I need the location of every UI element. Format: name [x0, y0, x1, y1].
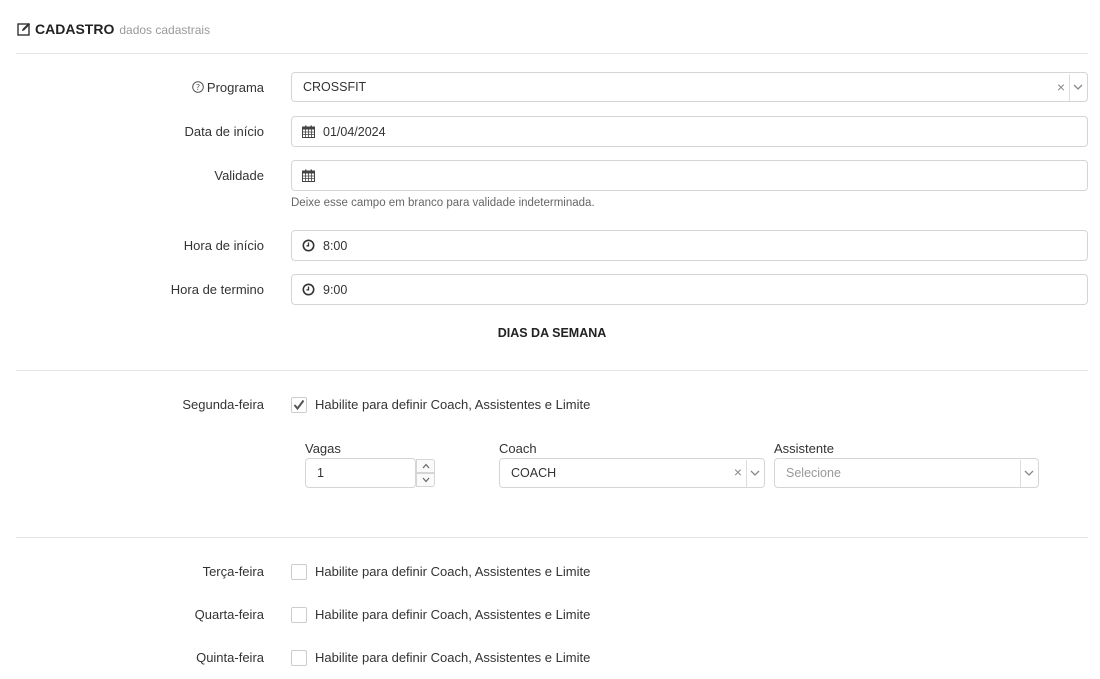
chevron-down-icon[interactable]	[1073, 83, 1083, 91]
select-separator	[746, 460, 747, 487]
validade-help-text: Deixe esse campo em branco para validade…	[291, 197, 595, 209]
svg-text:?: ?	[196, 83, 200, 92]
terca-checkbox[interactable]	[291, 564, 307, 580]
quarta-checkbox[interactable]	[291, 607, 307, 623]
hora-termino-value: 9:00	[323, 282, 348, 297]
segunda-checkbox[interactable]	[291, 397, 307, 413]
clear-icon[interactable]: ×	[1057, 79, 1065, 95]
coach-value: COACH	[511, 466, 557, 480]
vagas-input[interactable]: 1	[305, 458, 416, 488]
coach-label: Coach	[499, 441, 537, 456]
data-inicio-field[interactable]: 01/04/2024	[291, 116, 1088, 147]
clear-icon[interactable]: ×	[734, 464, 742, 480]
programa-select[interactable]: CROSSFIT ×	[291, 72, 1088, 102]
data-inicio-value: 01/04/2024	[323, 124, 386, 139]
divider	[16, 537, 1088, 538]
coach-select[interactable]: COACH ×	[499, 458, 765, 488]
vagas-stepper[interactable]	[416, 459, 435, 488]
hora-inicio-field[interactable]: 8:00	[291, 230, 1088, 261]
assistente-label: Assistente	[774, 441, 834, 456]
select-separator	[1069, 74, 1070, 101]
data-inicio-label: Data de início	[184, 124, 265, 139]
page-subtitle: dados cadastrais	[119, 23, 211, 37]
chevron-up-icon	[422, 463, 429, 469]
divider	[16, 370, 1088, 371]
select-separator	[1020, 460, 1021, 487]
validade-label: Validade	[214, 168, 264, 183]
validade-field[interactable]	[291, 160, 1088, 191]
clock-icon	[302, 283, 315, 296]
chevron-down-icon	[422, 477, 429, 483]
clock-icon	[302, 239, 315, 252]
calendar-icon	[302, 125, 315, 138]
hora-inicio-value: 8:00	[323, 238, 348, 253]
chevron-down-icon[interactable]	[1024, 469, 1034, 477]
terca-label: Terça-feira	[202, 564, 264, 579]
divider	[16, 53, 1088, 54]
quinta-checkbox-label[interactable]: Habilite para definir Coach, Assistentes…	[315, 650, 590, 665]
chevron-down-icon[interactable]	[750, 469, 760, 477]
programa-label: ? Programa	[192, 80, 264, 95]
edit-icon	[17, 23, 30, 36]
quinta-checkbox[interactable]	[291, 650, 307, 666]
page-header: CADASTRO dados cadastrais	[17, 20, 210, 37]
vagas-label: Vagas	[305, 441, 341, 456]
terca-checkbox-label[interactable]: Habilite para definir Coach, Assistentes…	[315, 564, 590, 579]
quarta-checkbox-label[interactable]: Habilite para definir Coach, Assistentes…	[315, 607, 590, 622]
programa-value: CROSSFIT	[303, 80, 367, 94]
decrement-button[interactable]	[416, 473, 435, 487]
vagas-value: 1	[317, 466, 324, 480]
dias-semana-title: DIAS DA SEMANA	[497, 326, 607, 340]
calendar-icon	[302, 169, 315, 182]
increment-button[interactable]	[416, 459, 435, 473]
segunda-label: Segunda-feira	[182, 397, 264, 412]
quinta-label: Quinta-feira	[196, 650, 264, 665]
hora-inicio-label: Hora de início	[183, 238, 264, 253]
quarta-label: Quarta-feira	[194, 607, 264, 622]
assistente-select[interactable]: Selecione	[774, 458, 1039, 488]
segunda-checkbox-label[interactable]: Habilite para definir Coach, Assistentes…	[315, 397, 590, 412]
hora-termino-label: Hora de termino	[170, 282, 264, 297]
question-circle-icon[interactable]: ?	[192, 81, 204, 93]
assistente-placeholder: Selecione	[786, 466, 841, 480]
hora-termino-field[interactable]: 9:00	[291, 274, 1088, 305]
check-icon	[293, 399, 305, 411]
page-title: CADASTRO	[35, 21, 115, 37]
